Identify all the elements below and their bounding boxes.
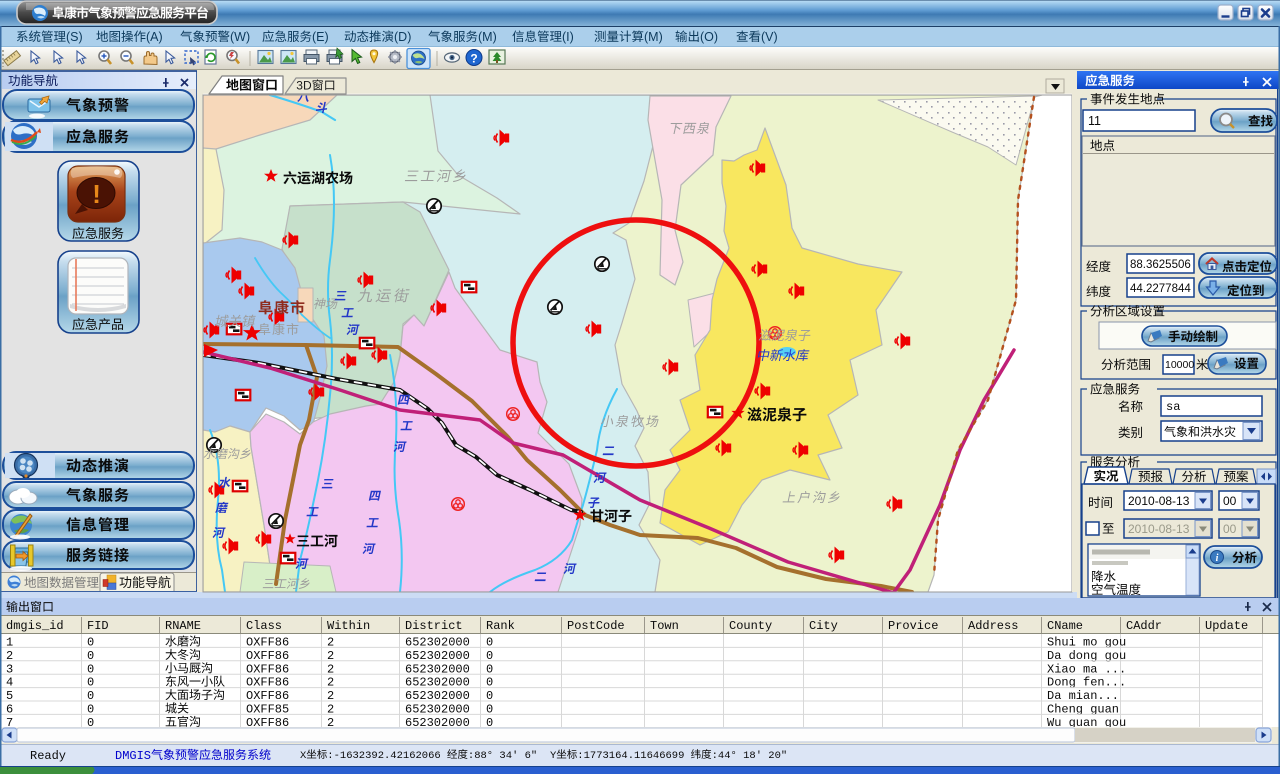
svg-text:County: County bbox=[729, 619, 772, 633]
svg-text:dmgis_id: dmgis_id bbox=[6, 619, 64, 633]
svg-text:Provice: Provice bbox=[888, 619, 938, 633]
svg-text:!: ! bbox=[92, 179, 101, 209]
svg-text:DMGIS: DMGIS bbox=[115, 749, 151, 763]
svg-text:Ready: Ready bbox=[30, 749, 66, 763]
svg-text:Class: Class bbox=[246, 619, 282, 633]
svg-text:Town: Town bbox=[650, 619, 679, 633]
svg-text:88.3625506: 88.3625506 bbox=[1130, 259, 1191, 271]
svg-text:i: i bbox=[1216, 553, 1219, 564]
svg-text::44° 18' 20": :44° 18' 20" bbox=[712, 750, 788, 762]
svg-text::-1632392.42162066: :-1632392.42162066 bbox=[327, 750, 440, 762]
svg-text:2010-08-13: 2010-08-13 bbox=[1128, 494, 1190, 508]
svg-text:(E): (E) bbox=[312, 30, 329, 44]
svg-text:Update: Update bbox=[1205, 619, 1248, 633]
svg-text:00: 00 bbox=[1223, 522, 1237, 536]
svg-text:44.2277844: 44.2277844 bbox=[1130, 283, 1191, 295]
svg-text:Address: Address bbox=[968, 619, 1018, 633]
svg-text:(M): (M) bbox=[478, 30, 497, 44]
svg-text:10000: 10000 bbox=[1165, 359, 1194, 371]
svg-text:(I): (I) bbox=[562, 30, 574, 44]
svg-text:(M): (M) bbox=[644, 30, 663, 44]
svg-text:Within: Within bbox=[327, 619, 370, 633]
svg-text::1773164.11646699: :1773164.11646699 bbox=[577, 750, 684, 762]
svg-text:(D): (D) bbox=[394, 30, 411, 44]
svg-text:FID: FID bbox=[87, 619, 109, 633]
svg-text:CName: CName bbox=[1047, 619, 1083, 633]
svg-text:sa: sa bbox=[1166, 400, 1180, 414]
svg-text:RNAME: RNAME bbox=[165, 619, 201, 633]
svg-text:00: 00 bbox=[1223, 494, 1237, 508]
svg-text:District: District bbox=[405, 619, 463, 633]
svg-text:11: 11 bbox=[1088, 114, 1101, 128]
svg-text:(W): (W) bbox=[230, 30, 250, 44]
svg-text:Rank: Rank bbox=[486, 619, 515, 633]
svg-text:CAddr: CAddr bbox=[1126, 619, 1162, 633]
svg-text:PostCode: PostCode bbox=[567, 619, 625, 633]
svg-text:(A): (A) bbox=[146, 30, 163, 44]
svg-text:?: ? bbox=[470, 52, 477, 66]
svg-text:X: X bbox=[300, 750, 307, 762]
svg-text:(S): (S) bbox=[66, 30, 83, 44]
svg-text:Y: Y bbox=[550, 750, 557, 762]
svg-text::88° 34' 6": :88° 34' 6" bbox=[468, 750, 537, 762]
svg-text:2010-08-13: 2010-08-13 bbox=[1128, 522, 1190, 536]
svg-text:City: City bbox=[809, 619, 838, 633]
svg-text:(V): (V) bbox=[761, 30, 778, 44]
svg-text:3D: 3D bbox=[296, 79, 312, 93]
svg-text:(O): (O) bbox=[700, 30, 718, 44]
